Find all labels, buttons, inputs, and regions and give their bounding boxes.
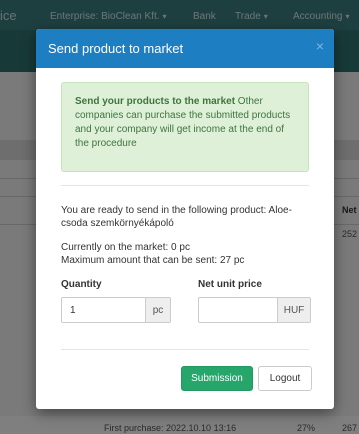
quantity-unit: pc <box>145 297 171 323</box>
divider <box>61 185 309 186</box>
quantity-input[interactable] <box>61 297 145 323</box>
on-market-text: Currently on the market: 0 pc <box>61 242 190 253</box>
logout-button[interactable]: Logout <box>258 366 312 391</box>
modal-header: Send product to market × <box>36 29 334 68</box>
product-ready-text: You are ready to send in the following p… <box>61 205 292 229</box>
quantity-label: Quantity <box>61 279 102 290</box>
submission-button[interactable]: Submission <box>181 366 253 391</box>
close-icon[interactable]: × <box>316 38 324 54</box>
price-input[interactable] <box>198 297 277 323</box>
footer-divider <box>61 349 309 350</box>
quantity-input-group: pc <box>61 297 171 323</box>
price-label: Net unit price <box>198 279 262 290</box>
info-alert: Send your products to the market Other c… <box>61 82 309 172</box>
price-unit: HUF <box>277 297 311 323</box>
alert-heading: Send your products to the market <box>75 96 236 107</box>
max-amount-text: Maximum amount that can be sent: 27 pc <box>61 255 245 266</box>
send-to-market-modal: Send product to market × Send your produ… <box>36 29 334 409</box>
price-input-group: HUF <box>198 297 311 323</box>
modal-title: Send product to market <box>48 41 184 56</box>
